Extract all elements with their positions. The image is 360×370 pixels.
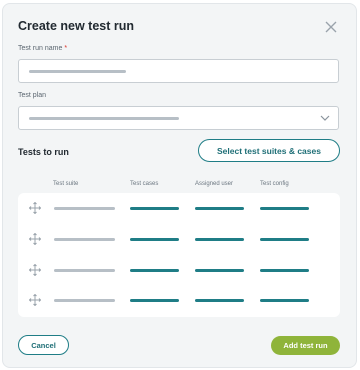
- column-header-test-cases: Test cases: [130, 181, 159, 187]
- drag-move-icon[interactable]: [29, 202, 41, 214]
- drag-move-icon[interactable]: [29, 294, 41, 306]
- table-row[interactable]: [18, 229, 340, 249]
- cancel-button[interactable]: Cancel: [18, 335, 69, 355]
- close-icon[interactable]: [325, 21, 337, 33]
- plan-placeholder-bar: [29, 117, 179, 120]
- table-row[interactable]: [18, 290, 340, 310]
- test-suite-cell: [54, 299, 115, 302]
- table-row[interactable]: [18, 260, 340, 280]
- test-config-cell: [260, 299, 309, 302]
- name-placeholder-bar: [29, 70, 126, 73]
- assigned-user-cell: [195, 207, 244, 210]
- test-suite-cell: [54, 207, 115, 210]
- column-header-assigned-user: Assigned user: [195, 181, 234, 187]
- test-cases-cell: [130, 238, 179, 241]
- test-config-cell: [260, 269, 309, 272]
- select-test-suites-button[interactable]: Select test suites & cases: [198, 139, 340, 162]
- drag-move-icon[interactable]: [29, 233, 41, 245]
- test-suite-cell: [54, 269, 115, 272]
- assigned-user-cell: [195, 269, 244, 272]
- test-cases-cell: [130, 269, 179, 272]
- tests-to-run-heading: Tests to run: [18, 147, 69, 157]
- test-run-name-label: Test run name *: [18, 45, 67, 52]
- test-cases-cell: [130, 207, 179, 210]
- test-cases-cell: [130, 299, 179, 302]
- drag-move-icon[interactable]: [29, 264, 41, 276]
- chevron-down-icon: [320, 115, 330, 121]
- test-run-name-label-text: Test run name: [18, 45, 63, 52]
- tests-table: [18, 193, 340, 317]
- assigned-user-cell: [195, 299, 244, 302]
- dialog-title: Create new test run: [18, 19, 135, 33]
- table-row[interactable]: [18, 198, 340, 218]
- column-header-test-config: Test config: [260, 181, 289, 187]
- test-config-cell: [260, 207, 309, 210]
- test-plan-label: Test plan: [18, 92, 47, 99]
- column-header-test-suite: Test suite: [53, 181, 79, 187]
- test-config-cell: [260, 238, 309, 241]
- add-test-run-button[interactable]: Add test run: [271, 336, 340, 355]
- test-suite-cell: [54, 238, 115, 241]
- test-plan-select[interactable]: [18, 106, 339, 130]
- test-run-name-input[interactable]: [18, 59, 339, 83]
- required-marker: *: [64, 45, 68, 52]
- assigned-user-cell: [195, 238, 244, 241]
